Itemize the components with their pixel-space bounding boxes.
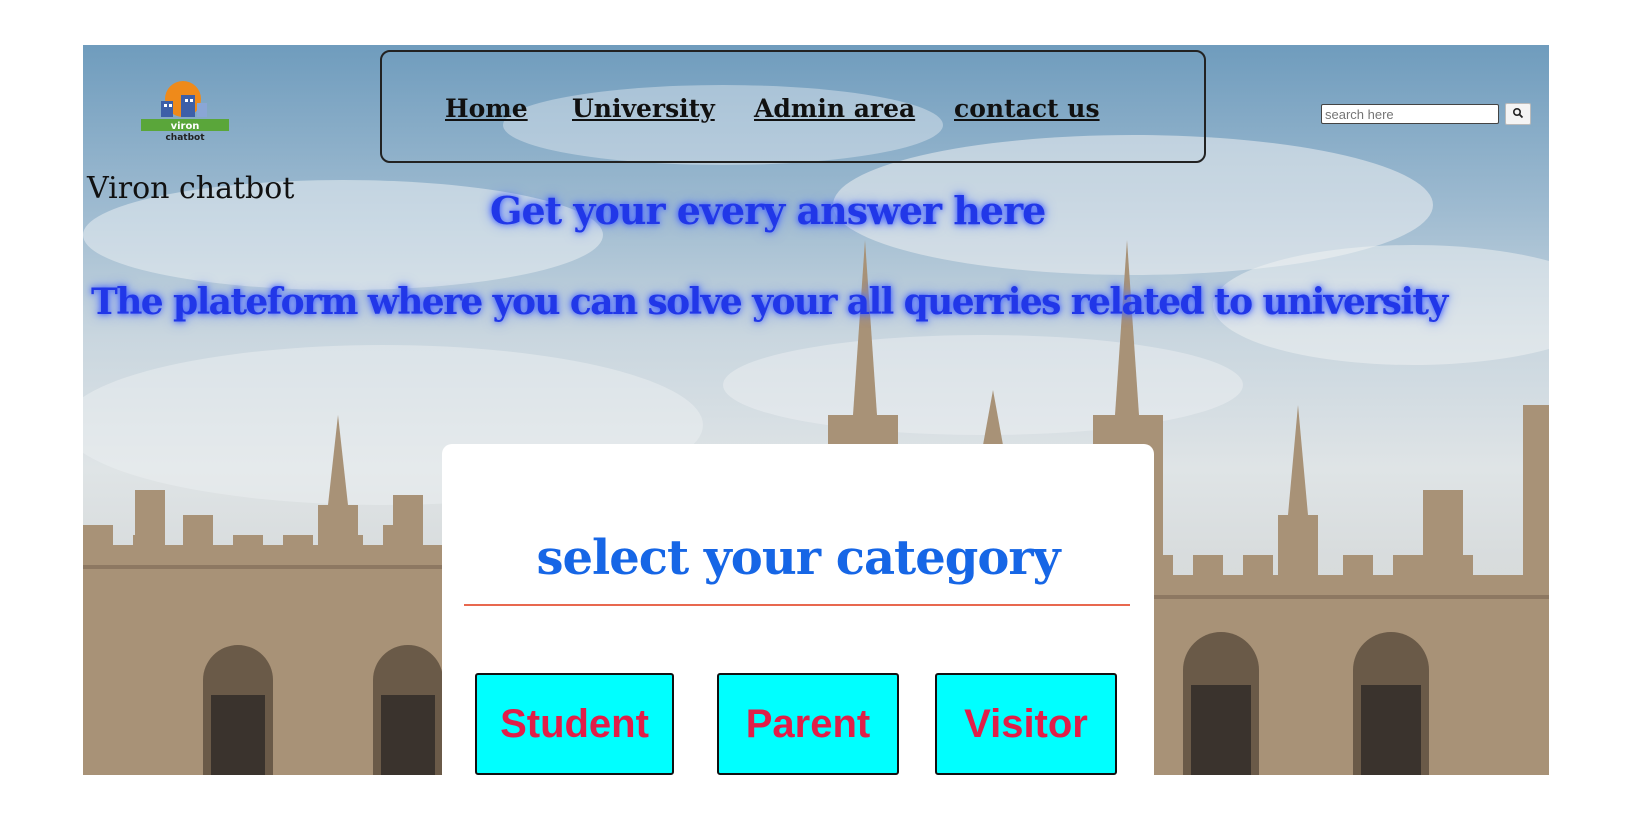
- nav-university-link[interactable]: University: [572, 94, 715, 123]
- search-bar: [1321, 103, 1531, 125]
- search-icon: [1512, 107, 1524, 118]
- student-button[interactable]: Student: [475, 673, 674, 775]
- svg-text:viron: viron: [171, 121, 200, 132]
- visitor-button[interactable]: Visitor: [935, 673, 1117, 775]
- hero-subtitle: The plateform where you can solve your a…: [91, 281, 1448, 323]
- brand-name: Viron chatbot: [87, 171, 295, 206]
- main-navigation: Home University Admin area contact us: [380, 50, 1206, 163]
- hero-tagline: Get your every answer here: [490, 188, 1046, 233]
- category-card: select your category Student Parent Visi…: [442, 444, 1154, 775]
- viron-logo: viron chatbot: [141, 81, 229, 141]
- category-card-title: select your category: [536, 530, 1060, 586]
- search-input[interactable]: [1321, 104, 1499, 124]
- hero-background: viron chatbot Viron chatbot Home Univers…: [83, 45, 1549, 775]
- nav-home-link[interactable]: Home: [445, 94, 528, 123]
- nav-admin-area-link[interactable]: Admin area: [754, 94, 915, 123]
- nav-contact-us-link[interactable]: contact us: [954, 94, 1100, 123]
- svg-text:chatbot: chatbot: [165, 133, 205, 141]
- category-divider: [464, 604, 1130, 606]
- search-button[interactable]: [1505, 103, 1531, 125]
- parent-button[interactable]: Parent: [717, 673, 899, 775]
